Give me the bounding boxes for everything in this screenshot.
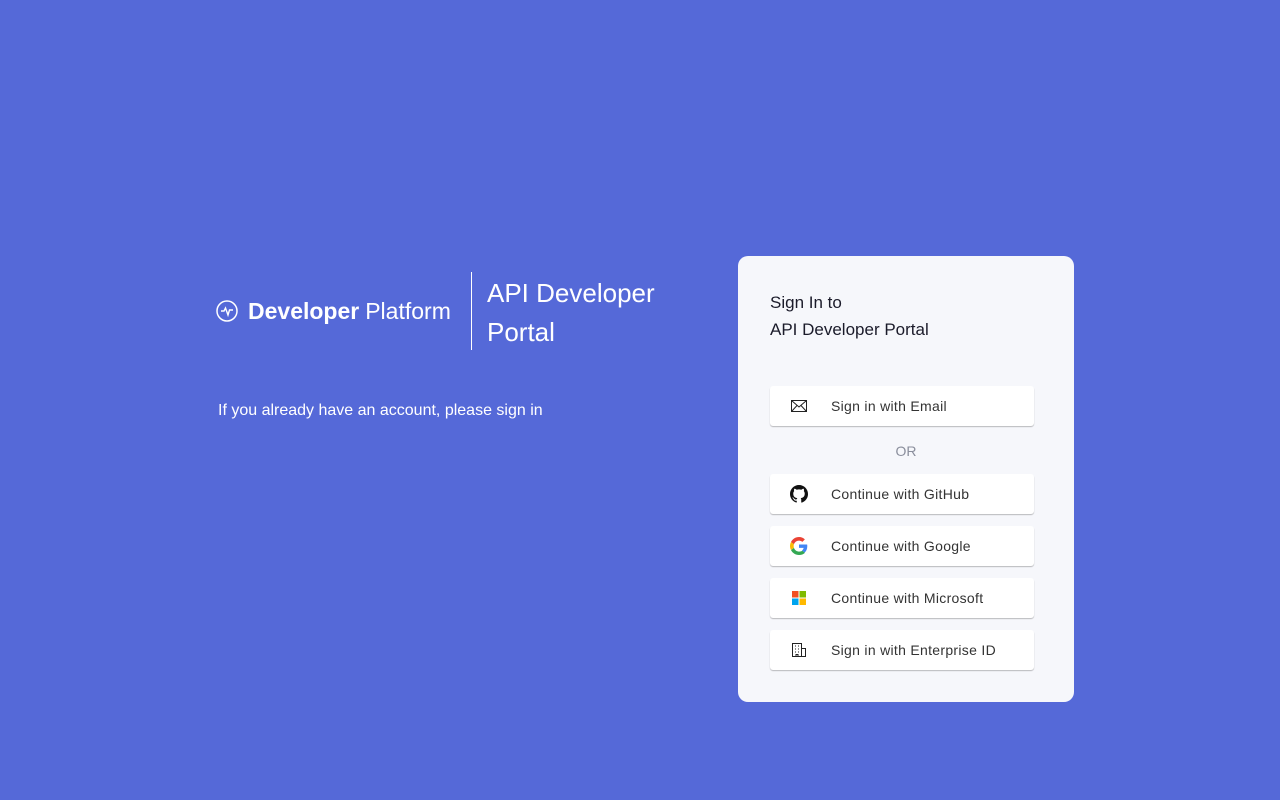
brand-logo: Developer Platform [216,298,451,324]
button-label: Continue with GitHub [831,486,970,502]
pulse-circle-icon [216,300,238,322]
header-divider [471,272,472,350]
microsoft-icon [790,589,808,607]
google-button[interactable]: Continue with Google [770,526,1034,566]
card-title: Sign In to API Developer Portal [770,289,929,343]
brand-name-light: Platform [365,297,451,324]
sign-in-prompt: If you already have an account, please s… [218,402,543,419]
sign-in-card: Sign In to API Developer Portal Sign in … [738,256,1074,702]
building-icon [790,641,808,659]
button-label: Sign in with Enterprise ID [831,642,996,658]
github-button[interactable]: Continue with GitHub [770,474,1034,514]
microsoft-button[interactable]: Continue with Microsoft [770,578,1034,618]
button-label: Continue with Google [831,538,971,554]
or-separator: OR [895,443,917,459]
github-icon [790,485,808,503]
brand-name-bold: Developer [248,297,360,324]
portal-title: API Developer Portal [487,278,655,347]
card-title-line2: API Developer Portal [770,320,929,339]
google-icon [790,537,808,555]
button-label: Continue with Microsoft [831,590,984,606]
envelope-icon [790,397,808,415]
card-title-line1: Sign In to [770,293,842,312]
button-label: Sign in with Email [831,398,947,414]
sign-in-email-button[interactable]: Sign in with Email [770,386,1034,426]
enterprise-id-button[interactable]: Sign in with Enterprise ID [770,630,1034,670]
